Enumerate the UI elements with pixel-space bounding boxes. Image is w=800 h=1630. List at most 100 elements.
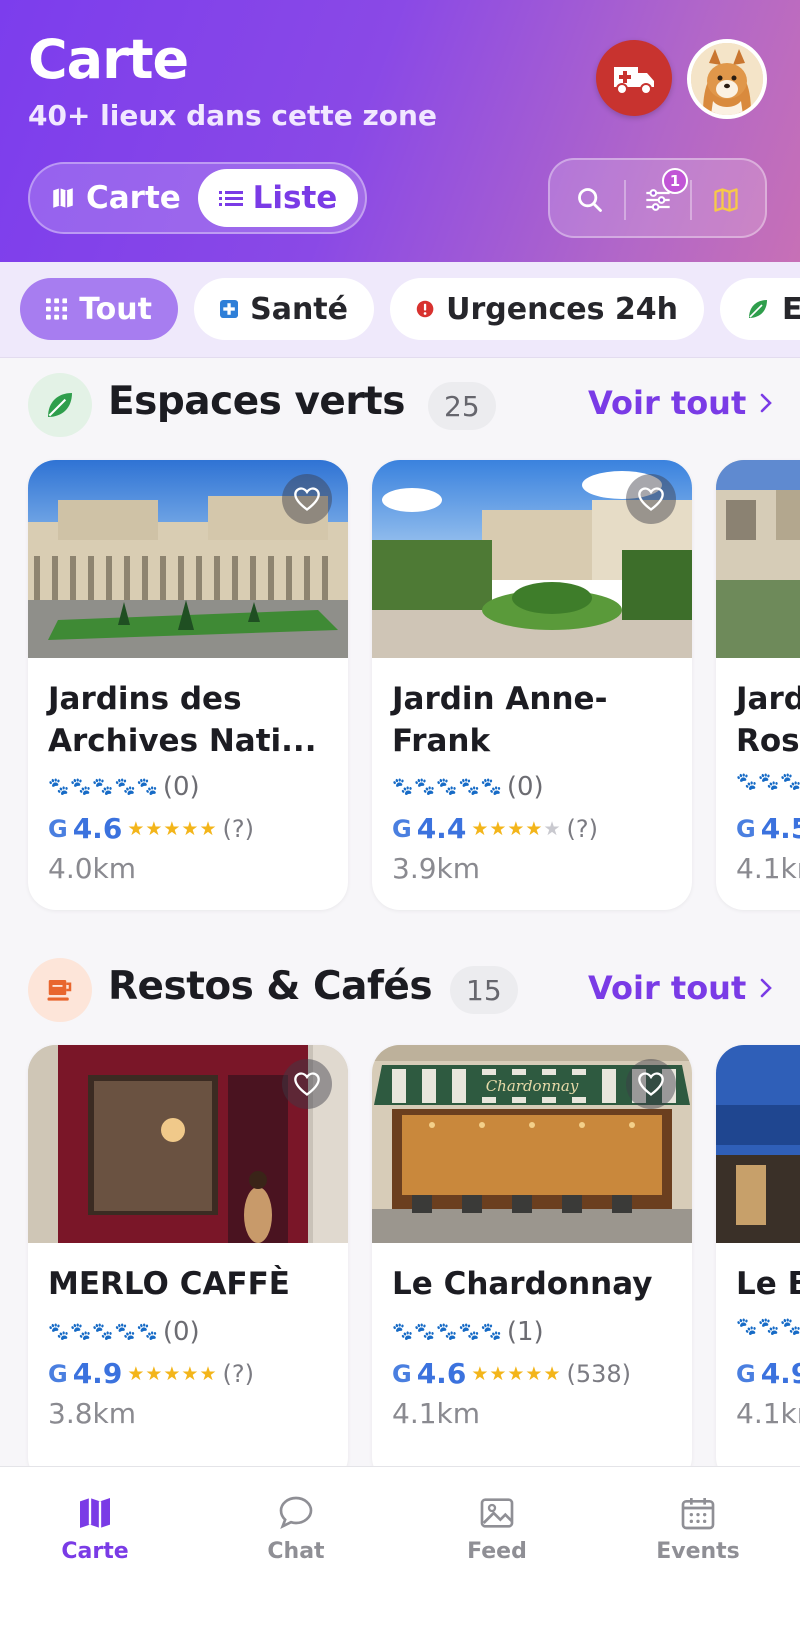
google-rating: G 4.5 [736, 812, 800, 845]
paw-icons: 🐾🐾🐾🐾🐾 [392, 777, 503, 797]
search-button[interactable] [568, 178, 612, 222]
place-name-line: Jard [736, 681, 800, 717]
see-all-link[interactable]: Voir tout [588, 384, 773, 422]
distance: 4.0km [48, 852, 137, 885]
section-title: Restos & Cafés [108, 964, 433, 1009]
page-subtitle: 40+ lieux dans cette zone [28, 99, 437, 132]
google-count: (?) [222, 1359, 254, 1388]
chip-label: Tout [79, 291, 152, 327]
avatar[interactable] [687, 39, 767, 119]
place-card[interactable]: MERLO CAFFÈ 🐾🐾🐾🐾🐾 (0) G 4.9 ★★★★★ (?) 3.… [28, 1045, 348, 1485]
heart-icon [294, 1072, 320, 1096]
place-name: Le Chardonnay [392, 1266, 653, 1302]
alert-icon [416, 300, 434, 318]
calendar-icon [681, 1498, 715, 1530]
toggle-carte[interactable]: Carte [50, 176, 181, 220]
paw-icons: 🐾🐾🐾 [736, 1317, 800, 1337]
nav-label: Chat [267, 1539, 325, 1564]
map-tools: 1 [548, 158, 767, 238]
distance: 4.1kr [736, 852, 800, 885]
chip-urgences[interactable]: Urgences 24h [390, 278, 704, 340]
google-rating: G 4.9 ★★★★★ (?) [48, 1357, 254, 1390]
paw-icons: 🐾🐾🐾🐾🐾 [392, 1322, 503, 1342]
google-rating: G 4.4 ★★★★★ (?) [392, 812, 598, 845]
map-icon [53, 188, 73, 208]
chip-label: Santé [250, 291, 348, 327]
map-icon [80, 1498, 110, 1528]
google-icon: G [736, 814, 756, 843]
nav-events[interactable]: Events [628, 1493, 768, 1564]
place-card[interactable]: Jard Ros 🐾🐾🐾 G 4.5 4.1kr [716, 460, 800, 910]
place-photo: Chardonnay [372, 1045, 692, 1243]
place-card[interactable]: Jardins des Archives Nati... 🐾🐾🐾🐾🐾 (0) G… [28, 460, 348, 910]
tool-divider [690, 180, 692, 220]
see-all-label: Voir tout [588, 384, 747, 422]
filter-count-badge: 1 [662, 168, 688, 194]
chip-espaces[interactable]: E [720, 278, 800, 340]
google-icon: G [392, 1359, 412, 1388]
chat-icon [279, 1496, 313, 1530]
nav-label: Feed [467, 1539, 527, 1564]
google-score: 4.5 [760, 812, 800, 845]
section-icon [28, 958, 92, 1022]
google-score: 4.9 [72, 1357, 123, 1390]
nav-label: Events [656, 1539, 740, 1564]
google-count: (?) [566, 814, 598, 843]
category-chips: Tout Santé Urgences 24h E [0, 262, 800, 358]
paw-count: (1) [506, 1317, 544, 1347]
storefront-sign: Chardonnay [486, 1077, 579, 1095]
place-card[interactable]: Chardonnay Le Chardonnay 🐾🐾🐾🐾🐾 (1) G 4.6… [372, 1045, 692, 1485]
google-score: 4.4 [416, 812, 467, 845]
google-count: (538) [566, 1359, 632, 1388]
nav-label: Carte [61, 1539, 129, 1564]
bottom-nav: Carte Chat Feed Events [0, 1466, 800, 1630]
heart-icon [638, 487, 664, 511]
place-photo [28, 1045, 348, 1243]
image-icon [480, 1498, 514, 1528]
place-name-line: Ros [736, 723, 800, 759]
google-rating: G 4.6 ★★★★★ (538) [392, 1357, 631, 1390]
favorite-button[interactable] [626, 1059, 676, 1109]
distance: 4.1kr [736, 1397, 800, 1430]
place-photo [716, 460, 800, 658]
star-icons: ★★★★★ [471, 817, 562, 840]
place-card[interactable]: Jardin Anne-Frank 🐾🐾🐾🐾🐾 (0) G 4.4 ★★★★★ … [372, 460, 692, 910]
see-all-link[interactable]: Voir tout [588, 969, 773, 1007]
google-rating: G 4.6 ★★★★★ (?) [48, 812, 254, 845]
nav-carte[interactable]: Carte [25, 1493, 165, 1564]
google-score: 4.6 [72, 812, 123, 845]
chevron-right-icon [760, 393, 773, 413]
favorite-button[interactable] [626, 474, 676, 524]
ambulance-icon [614, 67, 654, 95]
place-card[interactable]: Le B 🐾🐾🐾 G 4.9 4.1kr [716, 1045, 800, 1485]
nav-feed[interactable]: Feed [427, 1493, 567, 1564]
google-icon: G [48, 1359, 68, 1388]
place-name: Jardin Anne-Frank [392, 681, 608, 759]
section-count: 15 [450, 966, 518, 1014]
paw-count: (0) [162, 772, 200, 802]
google-rating: G 4.9 [736, 1357, 800, 1390]
google-score: 4.6 [416, 1357, 467, 1390]
dog-avatar-image [691, 43, 763, 115]
chevron-right-icon [760, 978, 773, 998]
google-score: 4.9 [760, 1357, 800, 1390]
emergency-button[interactable] [596, 40, 672, 116]
favorite-button[interactable] [282, 474, 332, 524]
chip-sante[interactable]: Santé [194, 278, 374, 340]
paw-count: (0) [162, 1317, 200, 1347]
chip-label: E [782, 292, 800, 327]
place-name: Le B [736, 1266, 800, 1302]
favorite-button[interactable] [282, 1059, 332, 1109]
place-name: Jard Ros [736, 678, 800, 762]
paw-rating: 🐾🐾🐾 [736, 772, 800, 792]
distance: 3.9km [392, 852, 481, 885]
paw-rating: 🐾🐾🐾🐾🐾 (1) [392, 1317, 544, 1347]
distance: 4.1km [392, 1397, 481, 1430]
star-icons: ★★★★★ [471, 1362, 562, 1385]
place-name: MERLO CAFFÈ [48, 1266, 290, 1302]
nav-chat[interactable]: Chat [226, 1493, 366, 1564]
section-icon [28, 373, 92, 437]
chip-tout[interactable]: Tout [20, 278, 178, 340]
map-view-button[interactable] [704, 178, 748, 222]
toggle-liste[interactable]: Liste [198, 169, 358, 227]
